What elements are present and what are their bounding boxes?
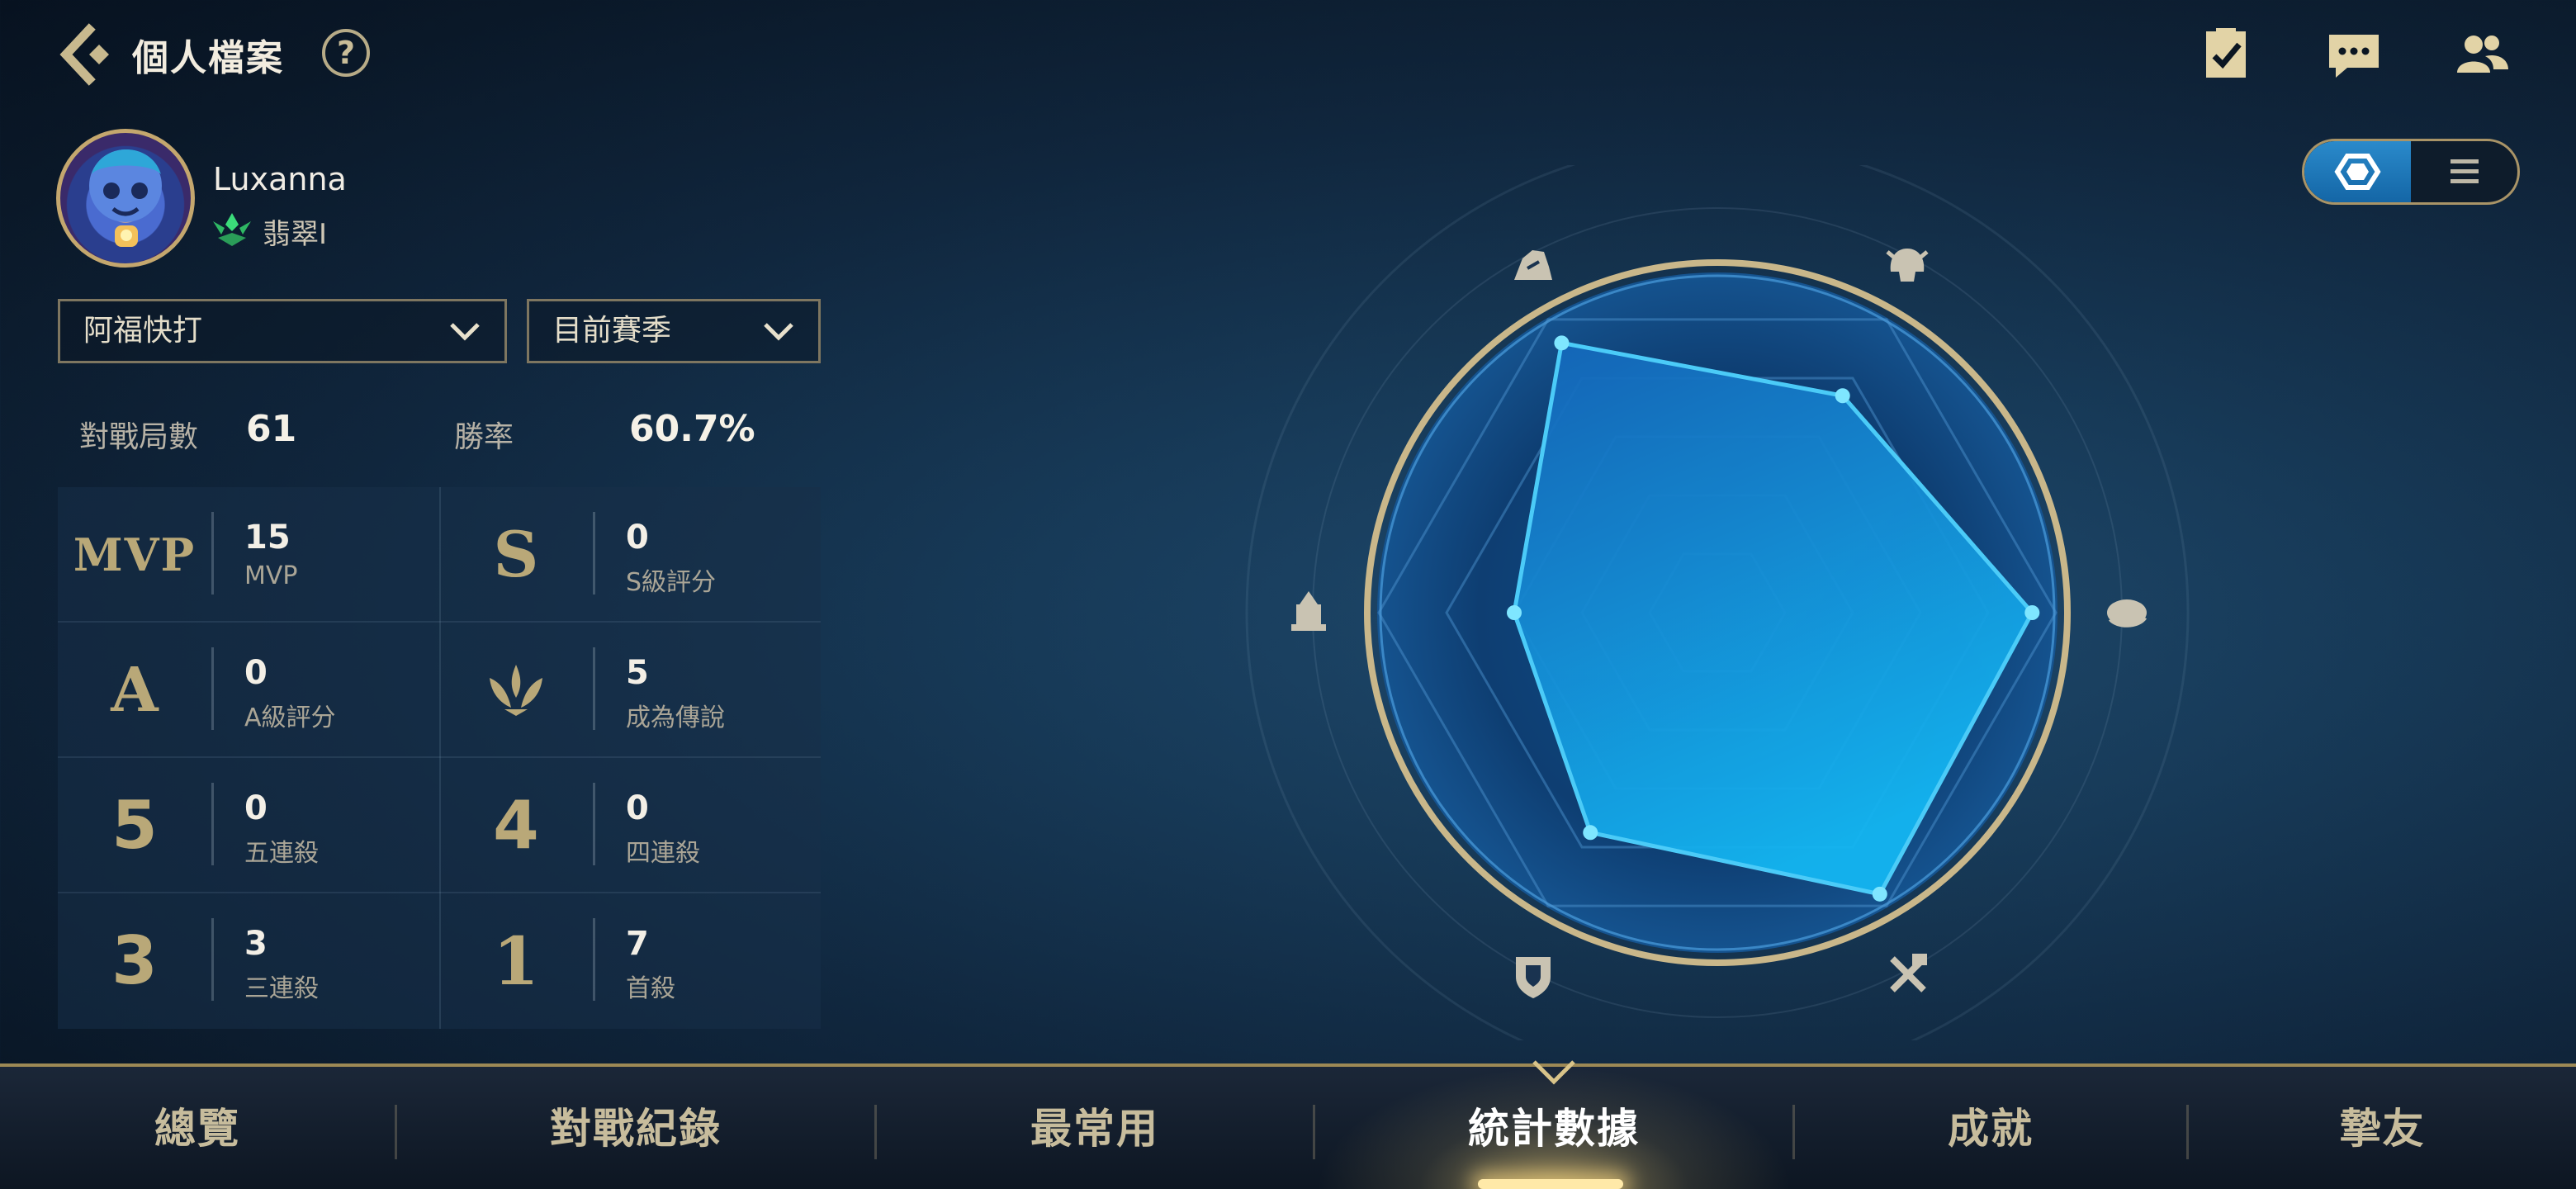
back-arrow-icon[interactable] [51,21,117,88]
winrate-value: 60.7% [629,408,755,450]
header: 個人檔案 ? [0,0,2576,107]
stat-label: MVP [244,561,298,590]
support-icon[interactable] [1890,954,1927,992]
hexagon-view-option[interactable] [2304,141,2411,202]
stat-label: 成為傳說 [626,703,725,732]
radar-point-support [1507,605,1522,620]
stat-value: 5 [626,654,649,692]
avatar[interactable] [56,129,195,268]
winrate-label: 勝率 [454,420,514,454]
a-rank-badge: A [111,655,159,726]
radar-point-mage [2024,605,2040,620]
quadra-kill-badge: 4 [493,787,539,864]
stat-label: 五連殺 [244,839,319,868]
chevron-down-icon [764,323,793,341]
view-toggle[interactable] [2302,139,2520,205]
radar-point-assassin [1554,335,1570,351]
divider [593,918,595,1001]
matches-value: 61 [246,408,297,450]
friends-icon[interactable] [2452,25,2512,84]
stat-penta-kill: 5 0 五連殺 [58,758,439,893]
radar-point-marksman [1872,886,1887,902]
stat-label: 首殺 [626,974,675,1003]
divider [593,512,595,594]
divider [211,512,214,594]
page-title: 個人檔案 [132,37,284,79]
rank-label: 翡翠Ⅰ [263,218,328,251]
stat-triple-kill: 3 3 三連殺 [58,893,439,1029]
game-mode-value: 阿福快打 [83,314,203,348]
divider [211,918,214,1001]
legend-crown-badge [439,623,593,758]
chat-icon[interactable] [2324,25,2384,84]
tab-best-friends[interactable]: 摯友 [2189,1067,2576,1189]
radar-point-tank [1583,825,1598,841]
season-dropdown[interactable]: 目前賽季 [527,299,821,363]
active-tab-marker-icon [1532,1060,1575,1085]
list-view-option[interactable] [2411,141,2517,202]
stat-label: 四連殺 [626,839,700,868]
mvp-badge: MVP [73,528,197,581]
stat-value: 3 [244,925,268,963]
help-button[interactable]: ? [322,29,370,77]
stat-s-rating: S 0 S級評分 [439,487,821,623]
tab-most-used[interactable]: 最常用 [877,1067,1313,1189]
stats-grid: MVP 15 MVP S 0 S級評分 A 0 A級評分 5 成為傳說 5 0 [58,487,821,1029]
divider [211,783,214,865]
stat-a-rating: A 0 A級評分 [58,623,439,758]
game-mode-dropdown[interactable]: 阿福快打 [58,299,507,363]
stat-value: 0 [626,789,649,827]
stat-mvp: MVP 15 MVP [58,487,439,623]
stat-value: 0 [626,519,649,557]
radar-chart [1245,165,2190,1040]
season-value: 目前賽季 [552,314,672,348]
matches-label: 對戰局數 [79,420,199,454]
marksman-icon[interactable] [1291,591,1326,631]
stat-value: 0 [244,654,268,692]
stat-legendary: 5 成為傳說 [439,623,821,758]
stat-first-blood: 1 7 首殺 [439,893,821,1029]
checklist-icon[interactable] [2196,25,2256,84]
stat-value: 0 [244,789,268,827]
stat-label: A級評分 [244,703,336,732]
divider [593,647,595,730]
fighter-icon[interactable] [1886,249,1929,282]
stat-label: 三連殺 [244,974,319,1003]
first-blood-badge: 1 [493,922,539,1000]
chevron-down-icon [450,323,480,341]
radar-point-fighter [1835,388,1850,404]
legend-crown-icon [490,665,542,716]
divider [211,647,214,730]
assassin-icon[interactable] [1514,250,1552,280]
list-view-icon [2451,159,2479,183]
tank-icon[interactable] [1516,957,1551,998]
emerald-rank-icon [213,213,251,246]
stat-quadra-kill: 4 0 四連殺 [439,758,821,893]
s-rank-badge: S [493,518,539,591]
bottom-nav: 總覽 對戰紀錄 最常用 統計數據 成就 摯友 [0,1063,2576,1189]
tab-achievements[interactable]: 成就 [1795,1067,2186,1189]
divider [593,783,595,865]
triple-kill-badge: 3 [111,922,158,999]
active-tab-indicator [1478,1179,1623,1189]
player-name: Luxanna [213,161,347,197]
penta-kill-badge: 5 [111,787,158,864]
stat-value: 15 [244,519,291,557]
stat-label: S級評分 [626,568,717,597]
tab-match-history[interactable]: 對戰紀錄 [397,1067,874,1189]
hexagon-view-icon [2334,154,2381,190]
grid-divider [439,487,441,1029]
tab-overview[interactable]: 總覽 [0,1067,395,1189]
mage-icon[interactable] [2107,599,2147,628]
stat-value: 7 [626,925,649,963]
